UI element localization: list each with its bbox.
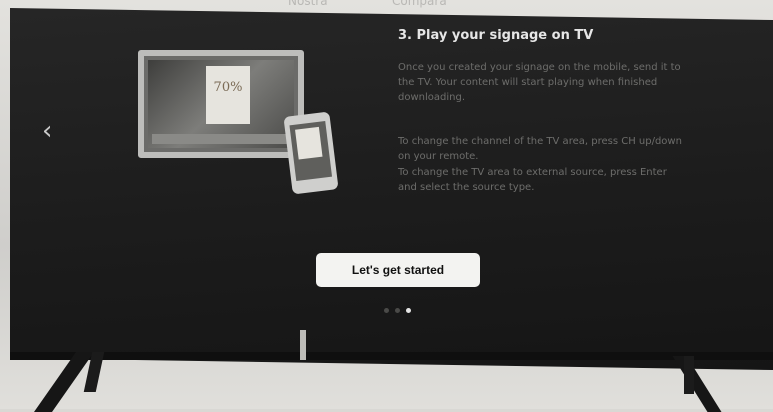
phone-illustration	[283, 111, 339, 195]
page-dot-active[interactable]	[406, 308, 411, 313]
phone-card	[295, 126, 323, 160]
tv-stand-right-back	[684, 356, 694, 394]
tv-bezel	[10, 352, 773, 360]
illustration-card: 70%	[206, 66, 250, 124]
channel-instructions: To change the channel of the TV area, pr…	[398, 136, 682, 162]
tv-cable	[300, 330, 306, 360]
top-label-left: Nostra	[288, 0, 328, 8]
page-dot[interactable]	[384, 308, 389, 313]
step-description: Once you created your signage on the mob…	[398, 62, 681, 103]
step-title: 3. Play your signage on TV	[398, 28, 594, 43]
top-label-right: Compara	[392, 0, 447, 8]
tv-illustration: 70%	[138, 50, 304, 158]
get-started-button[interactable]: Let's get started	[316, 253, 480, 287]
illustration-strip	[152, 134, 292, 144]
page-indicator	[384, 308, 411, 313]
chevron-left-icon[interactable]: ‹	[42, 118, 52, 144]
page-dot[interactable]	[395, 308, 400, 313]
source-instructions: To change the TV area to external source…	[398, 167, 667, 193]
